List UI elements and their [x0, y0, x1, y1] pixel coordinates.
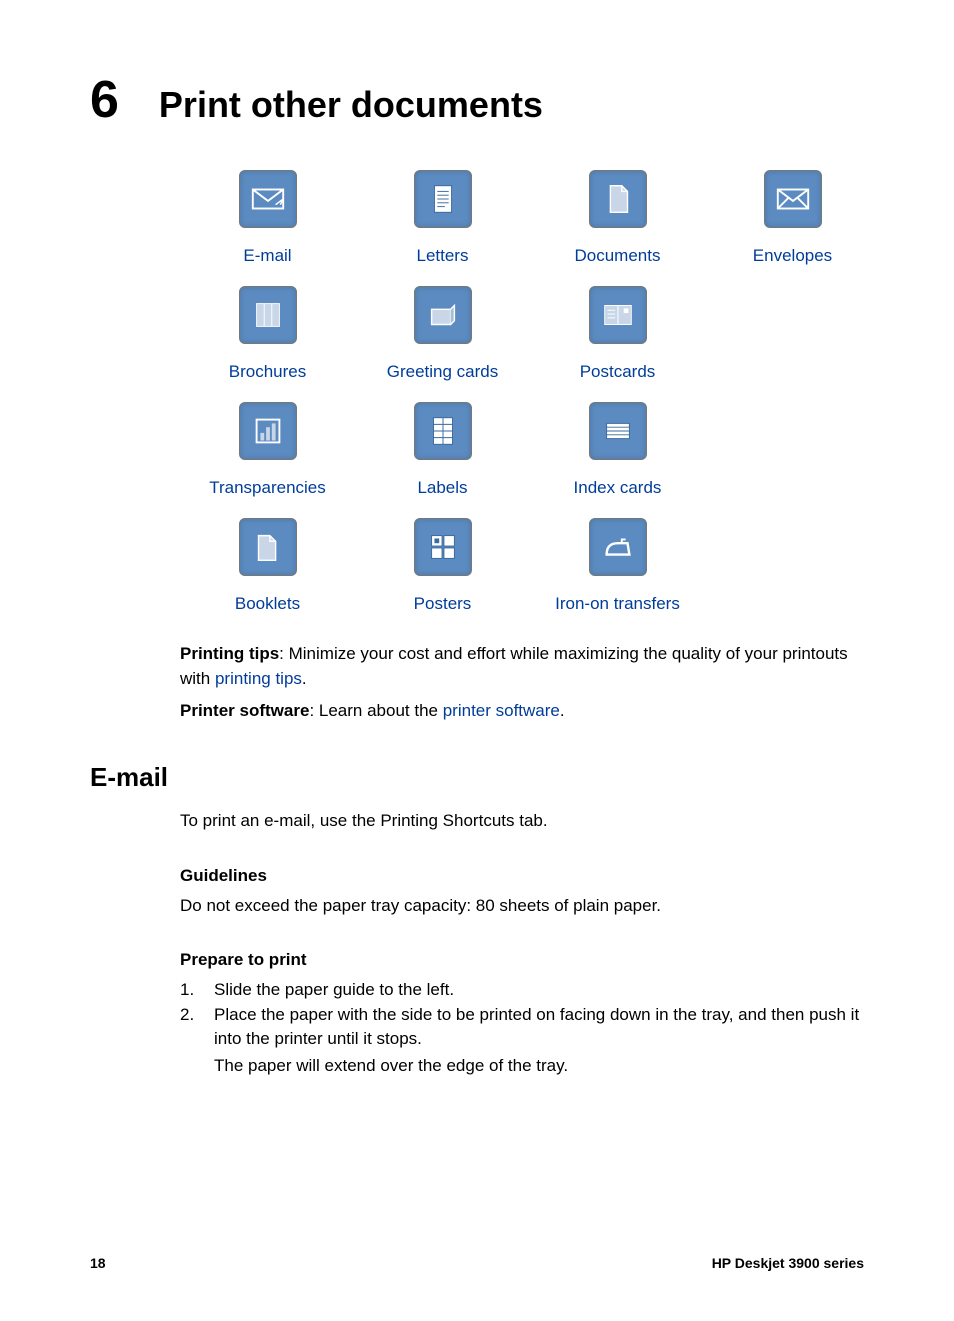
- grid-label: Labels: [417, 478, 467, 498]
- guidelines-head: Guidelines: [180, 866, 864, 886]
- transparencies-icon: [239, 402, 297, 460]
- grid-iron-on[interactable]: Iron-on transfers: [530, 518, 705, 614]
- printer-software-bold: Printer software: [180, 701, 309, 720]
- section-email-title: E-mail: [90, 762, 864, 793]
- grid-label: Index cards: [574, 478, 662, 498]
- brochures-icon: [239, 286, 297, 344]
- grid-label: Posters: [414, 594, 472, 614]
- page: 6 Print other documents E-mail Letters D…: [0, 0, 954, 1321]
- grid-email[interactable]: E-mail: [180, 170, 355, 266]
- list-item: 1. Slide the paper guide to the left.: [180, 978, 864, 1003]
- grid-booklets[interactable]: Booklets: [180, 518, 355, 614]
- step-text: Place the paper with the side to be prin…: [214, 1003, 864, 1052]
- list-item: 2. Place the paper with the side to be p…: [180, 1003, 864, 1079]
- grid-label: Booklets: [235, 594, 300, 614]
- envelopes-icon: [764, 170, 822, 228]
- grid-label: Postcards: [580, 362, 656, 382]
- grid-envelopes[interactable]: Envelopes: [705, 170, 880, 266]
- doc-type-grid: E-mail Letters Documents Envelopes Broc: [180, 170, 864, 614]
- printing-tips-line: Printing tips: Minimize your cost and ef…: [180, 642, 864, 691]
- product-name: HP Deskjet 3900 series: [712, 1255, 864, 1271]
- grid-labels[interactable]: Labels: [355, 402, 530, 498]
- grid-posters[interactable]: Posters: [355, 518, 530, 614]
- letters-icon: [414, 170, 472, 228]
- grid-documents[interactable]: Documents: [530, 170, 705, 266]
- page-number: 18: [90, 1255, 106, 1271]
- posters-icon: [414, 518, 472, 576]
- grid-letters[interactable]: Letters: [355, 170, 530, 266]
- printer-software-line: Printer software: Learn about the printe…: [180, 699, 864, 724]
- grid-postcards[interactable]: Postcards: [530, 286, 705, 382]
- email-icon: [239, 170, 297, 228]
- step-text: The paper will extend over the edge of t…: [214, 1054, 864, 1079]
- grid-label: Envelopes: [753, 246, 832, 266]
- booklets-icon: [239, 518, 297, 576]
- tips-block: Printing tips: Minimize your cost and ef…: [180, 642, 864, 724]
- section-intro: To print an e-mail, use the Printing Sho…: [180, 809, 864, 834]
- page-footer: 18 HP Deskjet 3900 series: [90, 1255, 864, 1281]
- grid-label: Letters: [417, 246, 469, 266]
- grid-label: Brochures: [229, 362, 306, 382]
- documents-icon: [589, 170, 647, 228]
- greeting-cards-icon: [414, 286, 472, 344]
- prepare-steps: 1. Slide the paper guide to the left. 2.…: [180, 978, 864, 1079]
- grid-greeting-cards[interactable]: Greeting cards: [355, 286, 530, 382]
- printing-tips-link[interactable]: printing tips: [215, 669, 302, 688]
- grid-transparencies[interactable]: Transparencies: [180, 402, 355, 498]
- iron-on-icon: [589, 518, 647, 576]
- guidelines-text: Do not exceed the paper tray capacity: 8…: [180, 894, 864, 919]
- grid-brochures[interactable]: Brochures: [180, 286, 355, 382]
- postcards-icon: [589, 286, 647, 344]
- step-text: Slide the paper guide to the left.: [214, 978, 864, 1003]
- step-number: 1.: [180, 978, 214, 1003]
- index-cards-icon: [589, 402, 647, 460]
- grid-label: Transparencies: [209, 478, 326, 498]
- printing-tips-bold: Printing tips: [180, 644, 279, 663]
- chapter-title: Print other documents: [159, 84, 543, 126]
- grid-label: Iron-on transfers: [555, 594, 680, 614]
- grid-empty: [705, 518, 880, 614]
- grid-empty: [705, 402, 880, 498]
- grid-label: E-mail: [243, 246, 291, 266]
- grid-label: Greeting cards: [387, 362, 499, 382]
- chapter-header: 6 Print other documents: [90, 70, 864, 130]
- prepare-head: Prepare to print: [180, 950, 864, 970]
- grid-empty: [705, 286, 880, 382]
- step-number: 2.: [180, 1003, 214, 1079]
- grid-label: Documents: [575, 246, 661, 266]
- printer-software-link[interactable]: printer software: [443, 701, 560, 720]
- grid-index-cards[interactable]: Index cards: [530, 402, 705, 498]
- labels-icon: [414, 402, 472, 460]
- chapter-number: 6: [90, 70, 119, 130]
